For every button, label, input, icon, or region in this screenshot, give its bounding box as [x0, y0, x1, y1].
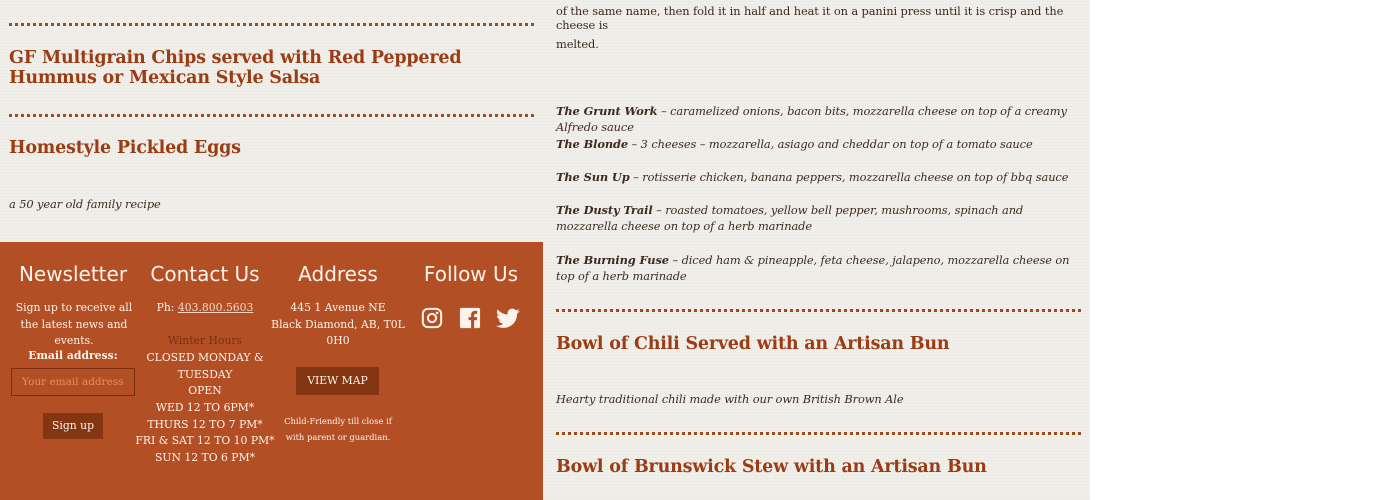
hours-line: TUESDAY	[177, 368, 233, 381]
dotted-divider	[556, 309, 1081, 312]
menu-item-description: a 50 year old family recipe	[9, 197, 161, 211]
hours-line: OPEN	[188, 384, 222, 397]
follow-section: Follow Us	[404, 242, 538, 500]
sandwich-name: The Burning Fuse	[556, 253, 669, 267]
menu-item-title: Bowl of Chili Served with an Artisan Bun	[556, 334, 950, 354]
left-menu-column: GF Multigrain Chips served with Red Pepp…	[0, 0, 543, 242]
sandwich-name: The Grunt Work	[556, 104, 658, 118]
email-input[interactable]	[11, 368, 135, 396]
menu-item-title: Homestyle Pickled Eggs	[9, 138, 241, 158]
phone-line: Ph: 403.800.5603	[140, 300, 270, 317]
menu-item-title: Bowl of Brunswick Stew with an Artisan B…	[556, 457, 987, 477]
contact-heading: Contact Us	[150, 262, 260, 286]
sandwich-description: – 3 cheeses – mozzarella, asiago and che…	[628, 137, 1033, 151]
contact-section: Contact Us Ph: 403.800.5603 Winter Hours…	[135, 242, 274, 500]
view-map-button[interactable]: VIEW MAP	[296, 367, 379, 395]
menu-intro-text: melted.	[556, 37, 599, 51]
sandwich-name: The Dusty Trail	[556, 203, 653, 217]
sandwich-name: The Sun Up	[556, 170, 630, 184]
newsletter-text: Sign up to receive all the latest news a…	[15, 301, 133, 348]
address-section: Address 445 1 Avenue NE Black Diamond, A…	[271, 242, 405, 500]
hours-line: FRI & SAT 12 TO 10 PM*	[135, 434, 275, 447]
sandwich-item: The Blonde – 3 cheeses – mozzarella, asi…	[556, 136, 1081, 152]
newsletter-heading: Newsletter	[18, 262, 128, 286]
address-line: 445 1 Avenue NE	[290, 301, 386, 314]
sandwich-item: The Grunt Work – caramelized onions, bac…	[556, 103, 1081, 135]
sandwich-description: – rotisserie chicken, banana peppers, mo…	[629, 170, 1069, 184]
hours-line: WED 12 TO 6PM*	[155, 401, 255, 414]
hours-title: Winter Hours	[167, 334, 243, 347]
sign-up-button[interactable]: Sign up	[43, 413, 103, 439]
hours-line: SUN 12 TO 6 PM*	[154, 451, 256, 464]
facebook-icon[interactable]	[459, 307, 481, 333]
dotted-divider	[556, 432, 1081, 435]
hours-line: THURS 12 TO 7 PM*	[147, 418, 263, 431]
email-label: Email address:	[28, 349, 118, 362]
menu-item-description: Hearty traditional chili made with our o…	[556, 392, 904, 406]
sandwich-name: The Blonde	[556, 137, 629, 151]
newsletter-section: Newsletter Sign up to receive all the la…	[8, 242, 138, 500]
right-menu-column: of the same name, then fold it in half a…	[543, 0, 1090, 500]
phone-label: Ph:	[156, 301, 178, 314]
sandwich-item: The Dusty Trail – roasted tomatoes, yell…	[556, 202, 1076, 234]
address-line: 0H0	[326, 334, 350, 347]
menu-item-title: GF Multigrain Chips served with Red Pepp…	[9, 48, 462, 88]
hours-line: CLOSED MONDAY &	[146, 351, 264, 364]
dotted-divider	[9, 23, 534, 26]
dotted-divider	[9, 114, 534, 117]
follow-heading: Follow Us	[423, 262, 519, 286]
child-friendly-note: with parent or guardian.	[285, 432, 391, 442]
menu-intro-text: of the same name, then fold it in half a…	[556, 4, 1064, 32]
child-friendly-note: Child-Friendly till close if	[284, 416, 392, 426]
twitter-icon[interactable]	[496, 308, 520, 333]
address-heading: Address	[298, 262, 378, 286]
sandwich-item: The Sun Up – rotisserie chicken, banana …	[556, 169, 1081, 185]
site-footer: Newsletter Sign up to receive all the la…	[0, 242, 543, 500]
sandwich-item: The Burning Fuse – diced ham & pineapple…	[556, 252, 1076, 284]
phone-link[interactable]: 403.800.5603	[178, 301, 254, 314]
address-line: Black Diamond, AB, T0L	[271, 318, 405, 331]
instagram-icon[interactable]	[421, 307, 443, 333]
